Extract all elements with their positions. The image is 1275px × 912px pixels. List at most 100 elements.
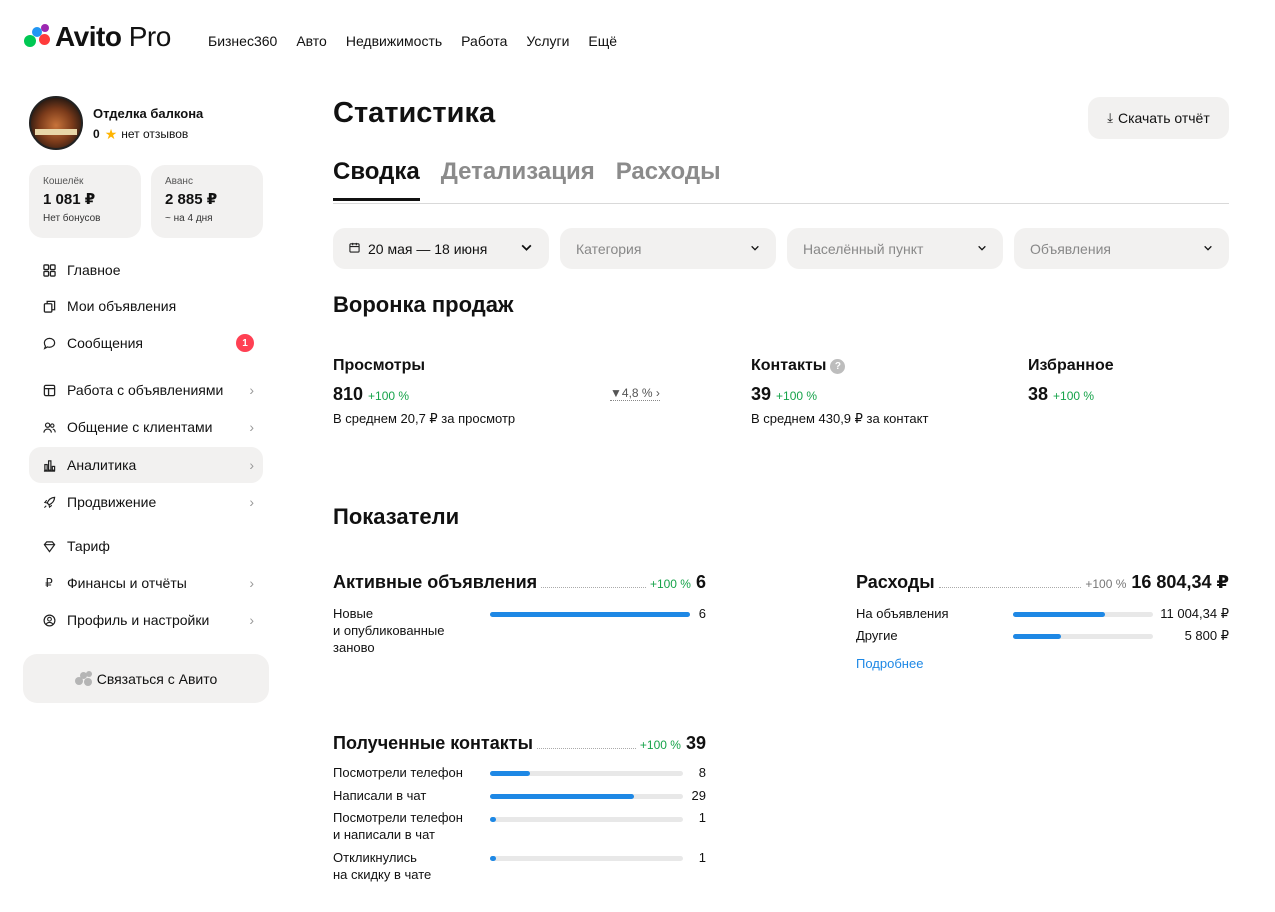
chevron-right-icon: › bbox=[249, 457, 254, 473]
active-ads-delta: +100 % bbox=[649, 577, 691, 591]
chevron-right-icon: › bbox=[249, 575, 254, 591]
sidebar-item-analytics[interactable]: Аналитика › bbox=[29, 447, 263, 483]
bar-track bbox=[490, 856, 683, 861]
sidebar-item-clients[interactable]: Общение с клиентами › bbox=[29, 409, 263, 445]
bar-track bbox=[490, 771, 683, 776]
category-filter[interactable]: Категория bbox=[560, 228, 776, 269]
bar-value: 11 004,34 ₽ bbox=[1160, 606, 1229, 621]
avatar[interactable] bbox=[29, 96, 83, 150]
views-note: В среднем 20,7 ₽ за просмотр bbox=[333, 411, 516, 426]
avito-pro-logo[interactable]: Avito Pro bbox=[24, 22, 171, 52]
tab-details[interactable]: Детализация bbox=[441, 158, 595, 201]
download-icon: ⤓ bbox=[1107, 110, 1113, 125]
favorites-value: 38 bbox=[1028, 384, 1049, 404]
profile-block[interactable]: Отделка балкона 0 ★ нет отзывов bbox=[29, 96, 203, 150]
bar-value: 29 bbox=[691, 788, 706, 803]
nav-services[interactable]: Услуги bbox=[526, 33, 569, 49]
bar-row: Новые и опубликованные заново 6 bbox=[333, 605, 706, 657]
sidebar-item-label: Финансы и отчёты bbox=[67, 575, 187, 591]
expenses-delta: +100 % bbox=[1085, 577, 1127, 591]
expenses-value: 16 804,34 ₽ bbox=[1131, 572, 1229, 592]
nav-realty[interactable]: Недвижимость bbox=[346, 33, 442, 49]
contacts-note: В среднем 430,9 ₽ за контакт bbox=[751, 411, 929, 426]
date-range-filter[interactable]: 20 мая — 18 июня bbox=[333, 228, 549, 269]
rating-value: 0 bbox=[93, 126, 100, 141]
bar-label: Посмотрели телефон bbox=[333, 765, 463, 780]
users-icon bbox=[42, 420, 56, 434]
nav-auto[interactable]: Авто bbox=[296, 33, 327, 49]
chevron-right-icon: › bbox=[249, 494, 254, 510]
calendar-icon bbox=[349, 242, 360, 256]
expenses-title: Расходы bbox=[856, 572, 935, 592]
wallet-card[interactable]: Кошелёк 1 081 ₽ Нет бонусов bbox=[29, 165, 141, 238]
sidebar-item-messages[interactable]: Сообщения 1 bbox=[29, 325, 263, 361]
sidebar-item-main[interactable]: Главное bbox=[29, 252, 263, 288]
bar-label: Написали в чат bbox=[333, 788, 427, 803]
avito-logo-icon bbox=[24, 24, 52, 50]
grid-icon bbox=[42, 263, 56, 277]
bar-fill bbox=[490, 856, 496, 861]
bar-row: Другие 5 800 ₽ bbox=[856, 627, 1229, 645]
sidebar-item-ad-management[interactable]: Работа с объявлениями › bbox=[29, 372, 263, 408]
bar-label: Другие bbox=[856, 628, 898, 643]
nav-business360[interactable]: Бизнес360 bbox=[208, 33, 277, 49]
active-ads-value: 6 bbox=[695, 572, 706, 592]
views-to-contacts-conversion[interactable]: ▼4,8 % › bbox=[610, 386, 660, 401]
bar-fill bbox=[490, 794, 634, 799]
sidebar-item-finance[interactable]: ₽ Финансы и отчёты › bbox=[29, 565, 263, 601]
bar-fill bbox=[1013, 612, 1105, 617]
download-report-button[interactable]: ⤓ Скачать отчёт bbox=[1088, 97, 1229, 139]
received-contacts-title: Полученные контакты bbox=[333, 733, 533, 753]
wallet-note: Нет бонусов bbox=[43, 213, 101, 224]
unread-badge: 1 bbox=[236, 334, 254, 352]
sidebar-item-label: Продвижение bbox=[67, 494, 157, 510]
tab-expenses[interactable]: Расходы bbox=[616, 158, 721, 201]
nav-more[interactable]: Ещё bbox=[588, 33, 617, 49]
chevron-right-icon: › bbox=[249, 612, 254, 628]
nav-jobs[interactable]: Работа bbox=[461, 33, 507, 49]
advance-label: Аванс bbox=[165, 176, 193, 187]
advance-value: 2 885 ₽ bbox=[165, 191, 218, 208]
chart-icon bbox=[42, 458, 56, 472]
views-label: Просмотры bbox=[333, 357, 426, 374]
help-icon[interactable]: ? bbox=[830, 358, 846, 374]
tab-summary[interactable]: Сводка bbox=[333, 158, 420, 201]
copy-icon bbox=[42, 299, 56, 313]
metric-views: Просмотры 810 +100 % В среднем 20,7 ₽ за… bbox=[333, 357, 515, 427]
contact-avito-button[interactable]: Связаться с Авито bbox=[23, 654, 269, 703]
bar-fill bbox=[1013, 634, 1062, 639]
ruble-icon: ₽ bbox=[45, 576, 53, 590]
sidebar-item-promotion[interactable]: Продвижение › bbox=[29, 484, 263, 520]
expenses-more-link[interactable]: Подробнее bbox=[856, 656, 923, 671]
sidebar-item-label: Общение с клиентами bbox=[67, 419, 213, 435]
bar-row: Написали в чат 29 bbox=[333, 787, 706, 805]
funnel-title: Воронка продаж bbox=[333, 292, 514, 317]
favorites-delta: +100 % bbox=[1053, 389, 1095, 403]
views-value: 810 bbox=[333, 384, 364, 404]
views-delta: +100 % bbox=[368, 389, 410, 403]
contacts-value: 39 bbox=[751, 384, 772, 404]
sidebar-item-my-ads[interactable]: Мои объявления bbox=[29, 288, 263, 324]
bar-track bbox=[490, 612, 690, 617]
chevron-down-icon bbox=[521, 244, 532, 251]
user-circle-icon bbox=[42, 613, 56, 627]
metric-contacts: Контакты ? 39 +100 % В среднем 430,9 ₽ з… bbox=[751, 357, 928, 427]
bar-value: 5 800 ₽ bbox=[1184, 628, 1229, 643]
sidebar-item-tariff[interactable]: Тариф bbox=[29, 528, 263, 564]
sidebar-item-label: Главное bbox=[67, 262, 121, 278]
received-contacts-value: 39 bbox=[685, 733, 706, 753]
reviews-text[interactable]: нет отзывов bbox=[121, 127, 188, 141]
wallet-label: Кошелёк bbox=[43, 176, 84, 187]
ads-filter[interactable]: Объявления bbox=[1014, 228, 1229, 269]
chevron-right-icon: › bbox=[249, 419, 254, 435]
advance-card[interactable]: Аванс 2 885 ₽ ~ на 4 дня bbox=[151, 165, 263, 238]
bar-row: Посмотрели телефон и написали в чат 1 bbox=[333, 809, 706, 845]
bar-row: На объявления 11 004,34 ₽ bbox=[856, 605, 1229, 623]
sidebar-item-label: Профиль и настройки bbox=[67, 612, 210, 628]
active-ads-header: Активные объявления +100 % 6 bbox=[333, 569, 706, 593]
sidebar-item-profile-settings[interactable]: Профиль и настройки › bbox=[29, 602, 263, 638]
stats-tabs: Сводка Детализация Расходы bbox=[333, 158, 721, 201]
city-placeholder: Населённый пункт bbox=[803, 240, 924, 257]
city-filter[interactable]: Населённый пункт bbox=[787, 228, 1003, 269]
conversion-value: 4,8 % bbox=[621, 386, 653, 400]
